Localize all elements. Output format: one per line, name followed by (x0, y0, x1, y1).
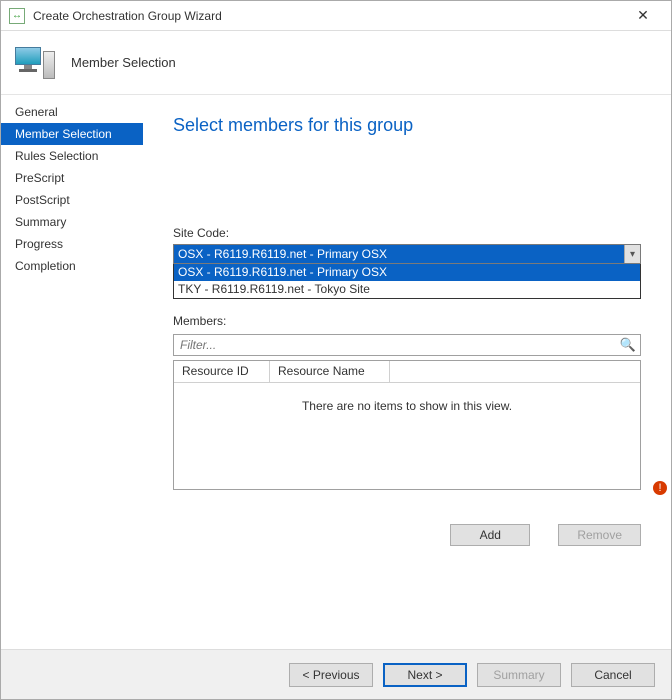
chevron-down-icon[interactable]: ▾ (624, 245, 640, 263)
window-title: Create Orchestration Group Wizard (33, 9, 623, 23)
sidebar-step-postscript[interactable]: PostScript (1, 189, 143, 211)
site-code-combobox[interactable]: OSX - R6119.R6119.net - Primary OSX ▾ OS… (173, 244, 641, 264)
titlebar: ↔ Create Orchestration Group Wizard ✕ (1, 1, 671, 31)
site-code-selected[interactable]: OSX - R6119.R6119.net - Primary OSX (173, 244, 641, 264)
sidebar-step-progress[interactable]: Progress (1, 233, 143, 255)
sidebar-step-summary[interactable]: Summary (1, 211, 143, 233)
app-icon: ↔ (9, 8, 25, 24)
members-label: Members: (173, 314, 641, 328)
cancel-button[interactable]: Cancel (571, 663, 655, 687)
remove-button: Remove (558, 524, 641, 546)
members-filter[interactable]: 🔍 (173, 334, 641, 356)
wizard-footer: < Previous Next > Summary Cancel (1, 649, 671, 699)
column-resource-name[interactable]: Resource Name (270, 361, 390, 382)
next-button[interactable]: Next > (383, 663, 467, 687)
table-empty-message: There are no items to show in this view. (174, 383, 640, 413)
table-header: Resource ID Resource Name (174, 361, 640, 383)
previous-button[interactable]: < Previous (289, 663, 373, 687)
wizard-step-title: Member Selection (71, 55, 176, 70)
summary-button: Summary (477, 663, 561, 687)
sidebar-step-completion[interactable]: Completion (1, 255, 143, 277)
members-table: Resource ID Resource Name There are no i… (173, 360, 641, 490)
warning-icon: ! (653, 481, 667, 495)
site-code-label: Site Code: (173, 226, 641, 240)
close-button[interactable]: ✕ (623, 1, 663, 31)
sidebar-step-prescript[interactable]: PreScript (1, 167, 143, 189)
wizard-sidebar: General Member Selection Rules Selection… (1, 95, 143, 651)
wizard-main: Select members for this group Site Code:… (143, 95, 671, 651)
search-icon[interactable]: 🔍 (620, 337, 636, 353)
wizard-header: Member Selection (1, 31, 671, 95)
computer-icon (15, 43, 55, 83)
sidebar-step-rules-selection[interactable]: Rules Selection (1, 145, 143, 167)
filter-input[interactable] (174, 335, 618, 355)
page-title: Select members for this group (173, 115, 641, 136)
column-resource-id[interactable]: Resource ID (174, 361, 270, 382)
site-code-option[interactable]: OSX - R6119.R6119.net - Primary OSX (174, 264, 640, 281)
add-button[interactable]: Add (450, 524, 530, 546)
site-code-dropdown-list: OSX - R6119.R6119.net - Primary OSX TKY … (173, 264, 641, 299)
site-code-option[interactable]: TKY - R6119.R6119.net - Tokyo Site (174, 281, 640, 298)
sidebar-step-member-selection[interactable]: Member Selection (1, 123, 143, 145)
sidebar-step-general[interactable]: General (1, 101, 143, 123)
